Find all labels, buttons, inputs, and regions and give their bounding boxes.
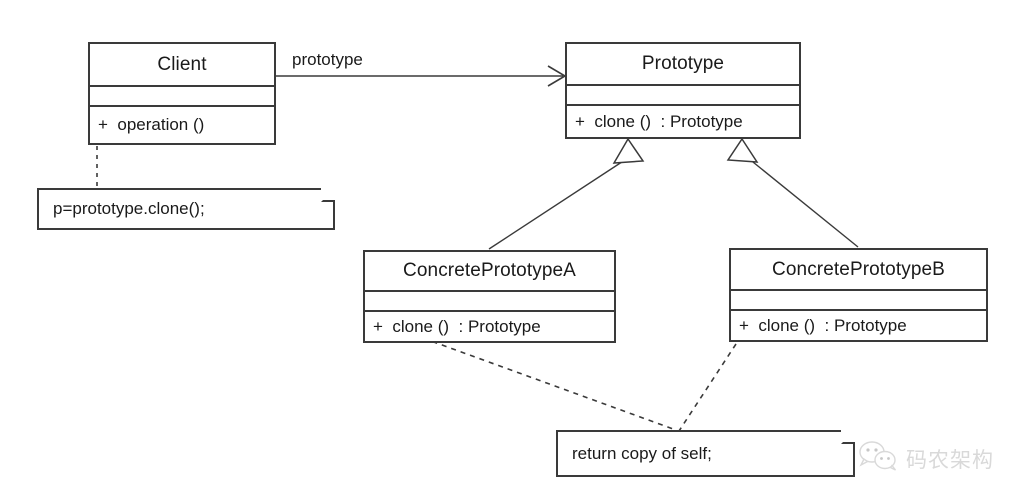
note-fold-corner-icon <box>321 186 337 202</box>
edge-label-prototype: prototype <box>292 50 363 69</box>
class-attributes-concrete-prototype-b <box>731 291 986 311</box>
edge-b-note <box>678 343 737 432</box>
note-text-client: p=prototype.clone(); <box>53 199 205 218</box>
class-box-concrete-prototype-b[interactable]: ConcretePrototypeB + clone () : Prototyp… <box>729 248 988 342</box>
class-operations-concrete-prototype-a: + clone () : Prototype <box>373 316 541 336</box>
watermark: 码农架构 <box>858 440 994 477</box>
class-attributes-client <box>90 87 274 107</box>
edge-a-generalization <box>488 137 645 250</box>
diagram-canvas: Client + operation () Prototype + clone … <box>0 0 1030 504</box>
class-attributes-prototype <box>567 86 799 106</box>
class-name-concrete-prototype-b: ConcretePrototypeB <box>731 250 986 291</box>
note-text-return-copy: return copy of self; <box>572 443 712 463</box>
edge-b-generalization <box>726 137 859 248</box>
note-return-copy[interactable]: return copy of self; <box>556 428 857 477</box>
class-name-client: Client <box>90 44 274 87</box>
class-attributes-concrete-prototype-a <box>365 292 614 312</box>
class-box-prototype[interactable]: Prototype + clone () : Prototype <box>565 42 801 139</box>
note-client-clone-call[interactable]: p=prototype.clone(); <box>37 186 337 230</box>
watermark-text: 码农架构 <box>906 448 994 472</box>
class-operations-client: + operation () <box>98 115 205 134</box>
class-name-prototype: Prototype <box>567 44 799 86</box>
class-box-concrete-prototype-a[interactable]: ConcretePrototypeA + clone () : Prototyp… <box>363 250 616 343</box>
note-fold-corner-icon <box>841 428 857 444</box>
wechat-icon <box>858 440 898 477</box>
class-operations-prototype: + clone () : Prototype <box>575 111 743 131</box>
class-box-client[interactable]: Client + operation () <box>88 42 276 145</box>
class-name-concrete-prototype-a: ConcretePrototypeA <box>365 252 614 292</box>
class-operations-concrete-prototype-b: + clone () : Prototype <box>739 315 907 335</box>
